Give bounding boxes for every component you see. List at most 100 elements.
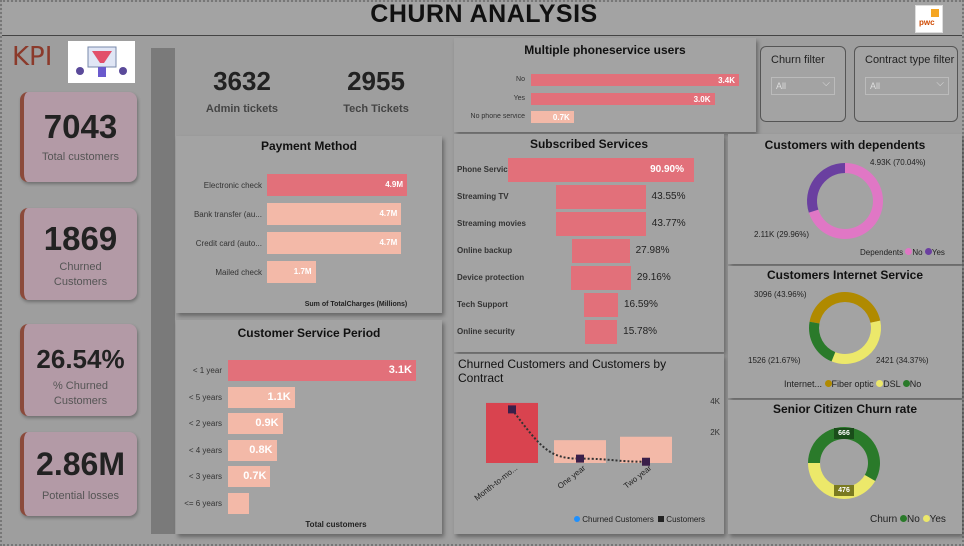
bar[interactable]: 3.4K — [531, 74, 739, 86]
service-value: 90.90% — [650, 164, 684, 175]
service-value: 43.77% — [651, 218, 686, 229]
funnel-bar[interactable] — [572, 239, 630, 263]
churned-point[interactable] — [576, 454, 584, 463]
contract-chart-panel: Churned Customers and Customers by Contr… — [454, 354, 724, 534]
bar[interactable]: 4.7M — [267, 203, 402, 225]
phone-service-panel: Multiple phoneservice users No 3.4K Yes 3.0… — [454, 38, 756, 132]
contract-chart: 4K 2K Month-to-mo... One year Two year — [473, 397, 721, 503]
pwc-logo-text: pwc — [919, 18, 935, 27]
contract-filter-slicer[interactable]: Contract type filter All ⌵ — [854, 46, 958, 122]
bar-label: < 1 year — [192, 366, 222, 375]
legend-dot-customers — [658, 516, 665, 522]
legend-dot-yes — [922, 515, 930, 522]
bar-label: < 5 years — [188, 392, 222, 402]
service-label: Online backup — [457, 246, 513, 255]
tech-tickets-label: Tech Tickets — [343, 103, 409, 115]
bar-value: 0.7K — [552, 113, 570, 122]
x-tick-label: One year — [556, 463, 588, 491]
bar-value: 4.7M — [379, 209, 398, 218]
funnel-bar[interactable]: 90.90% — [508, 158, 694, 182]
bar[interactable]: 4.7M — [267, 232, 402, 254]
bar-label: Credit card (auto... — [195, 239, 262, 248]
kpi-churn-percent: 26.54% % Churned Customers — [20, 324, 137, 416]
internet-legend: Internet... Fiber optic DSL No — [784, 379, 921, 389]
bar[interactable]: 1.1K — [228, 386, 295, 408]
kpi-label: % Churned Customers — [52, 380, 109, 407]
bar-label: < 4 years — [188, 445, 222, 455]
contract-filter-dropdown[interactable]: All ⌵ — [865, 77, 949, 95]
churn-filter-dropdown[interactable]: All ⌵ — [771, 77, 835, 95]
bar-label: Electronic check — [203, 181, 262, 190]
bar[interactable] — [228, 492, 250, 514]
payment-method-panel: Payment Method Electronic check 4.9M Bank … — [176, 136, 442, 313]
subscribed-services-title: Subscribed Services — [529, 137, 649, 151]
kpi-potential-losses: 2.86M Potential losses — [20, 432, 137, 516]
service-value: 29.16% — [636, 272, 671, 283]
x-tick-label: Two year — [622, 463, 653, 490]
internet-dsl-label: 2421 (34.37%) — [876, 356, 929, 365]
legend-dot-no — [900, 515, 908, 522]
legend-dot-churned — [574, 516, 580, 522]
bar-value: 1.7M — [293, 267, 312, 276]
bar[interactable]: 3.0K — [531, 92, 715, 105]
bar-value: 0.7K — [243, 470, 267, 482]
funnel-bar[interactable] — [556, 185, 646, 209]
legend-dot-fiber — [824, 380, 832, 387]
service-period-panel: Customer Service Period < 1 year 3.1K < 5 … — [176, 320, 442, 534]
legend-yes: Yes — [931, 248, 945, 257]
bar[interactable]: 4.9M — [267, 174, 407, 196]
service-value: 15.78% — [623, 326, 658, 337]
bar[interactable]: 3.1K — [228, 360, 416, 381]
pwc-logo-mark — [931, 9, 939, 17]
service-label: Online security — [457, 327, 515, 336]
bar-value: 4.7M — [379, 238, 398, 247]
legend-dsl: DSL — [883, 379, 901, 389]
x-tick-label: Month-to-mo... — [473, 463, 520, 502]
donut-segment-fiber[interactable] — [809, 292, 881, 324]
dependents-donut — [807, 163, 883, 239]
bar[interactable]: 0.7K — [228, 466, 271, 487]
donut-segment-dsl[interactable] — [831, 320, 881, 364]
bar-value: 0.9K — [255, 417, 279, 429]
legend-churned-label: Churned Customers — [582, 515, 654, 524]
bar-label: No — [516, 76, 525, 83]
churn-filter-slicer[interactable]: Churn filter All ⌵ — [760, 46, 846, 122]
bar-label: < 3 years — [188, 472, 222, 481]
dashboard-canvas: CHURN ANALYSIS pwc KPI 7043 Total custom… — [0, 0, 964, 546]
service-value: 27.98% — [635, 245, 670, 256]
bar[interactable]: 0.8K — [228, 439, 277, 461]
payment-method-title: Payment Method — [260, 139, 357, 153]
dependents-panel: Customers with dependents 4.93K (70.04%)… — [728, 134, 962, 264]
kpi-value: 1869 — [43, 220, 118, 257]
service-label: Phone Service — [457, 165, 513, 174]
legend-no: No — [912, 248, 923, 257]
bar[interactable]: 0.9K — [228, 413, 283, 434]
kpi-value: 26.54% — [36, 344, 125, 374]
dependents-legend: Dependents No Yes — [860, 248, 945, 257]
funnel-bar[interactable] — [584, 293, 618, 317]
churned-point[interactable] — [508, 405, 516, 414]
vertical-divider — [151, 48, 175, 534]
bar-label: No phone service — [470, 113, 525, 120]
kpi-heading: KPI — [12, 42, 53, 72]
subscribed-services-panel: Subscribed Services Phone Service 90.90% S… — [454, 134, 724, 352]
donut-segment-yes[interactable] — [807, 163, 845, 213]
kpi-value: 2.86M — [36, 446, 125, 482]
funnel-bar[interactable] — [571, 266, 631, 290]
bar[interactable]: 1.7M — [267, 261, 316, 283]
service-value: 16.59% — [623, 299, 658, 310]
legend-title: Dependents — [860, 248, 904, 257]
bar[interactable]: 0.7K — [531, 111, 574, 123]
pwc-logo: pwc — [915, 5, 943, 33]
y-tick-label: 4K — [710, 397, 720, 406]
bar-value: 3.0K — [693, 94, 711, 104]
funnel-bar[interactable] — [556, 212, 646, 236]
chevron-down-icon: ⌵ — [936, 78, 944, 89]
funnel-icon — [76, 46, 127, 77]
kpi-total-customers: 7043 Total customers — [20, 92, 137, 182]
donut-segment-no[interactable] — [809, 321, 836, 362]
legend-customers-label: Customers — [666, 515, 705, 524]
funnel-bar[interactable] — [584, 320, 618, 344]
service-value: 43.55% — [651, 191, 686, 202]
contract-filter-label: Contract type filter — [865, 54, 955, 66]
